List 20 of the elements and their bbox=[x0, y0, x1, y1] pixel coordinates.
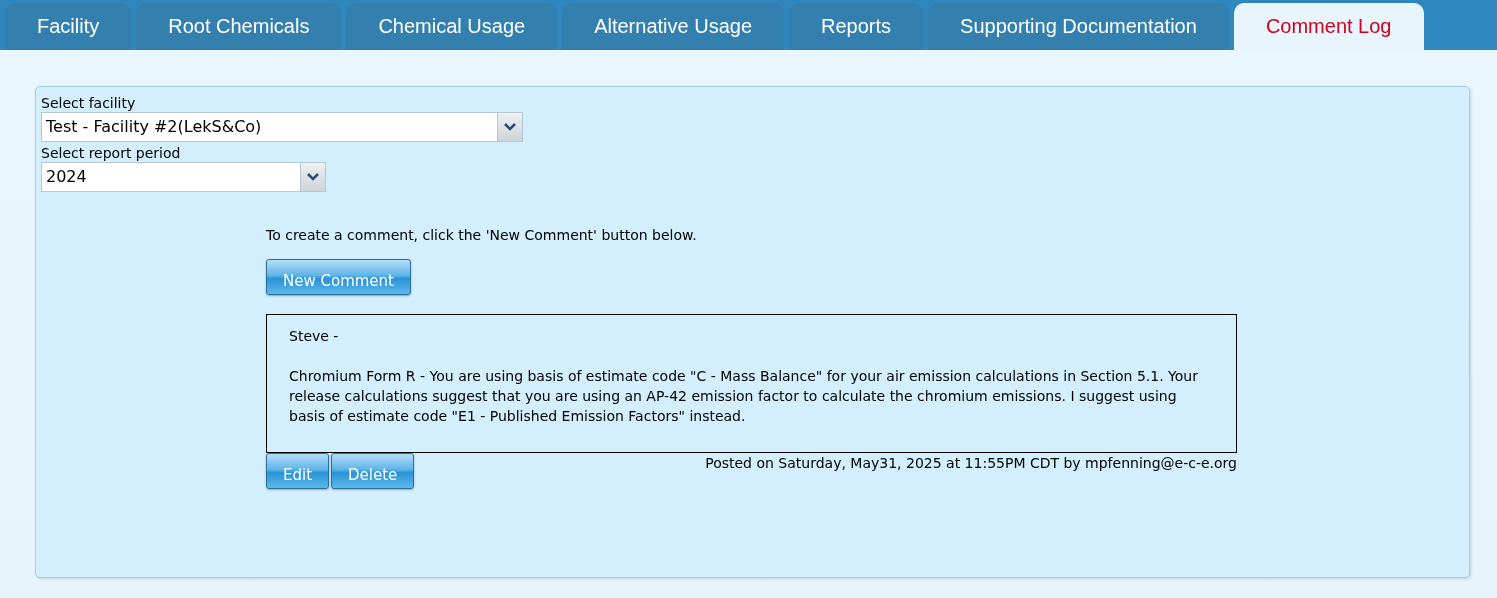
field-label: Select facility bbox=[41, 95, 137, 112]
chevron-down-icon bbox=[307, 173, 319, 181]
action-button[interactable]: Delete bbox=[331, 453, 415, 489]
comment-greeting: Steve - bbox=[289, 327, 340, 346]
tab[interactable]: Comment Log bbox=[1233, 3, 1424, 50]
tab[interactable]: Alternative Usage bbox=[562, 3, 784, 50]
tab[interactable]: Root Chemicals bbox=[136, 3, 342, 50]
comment-text: Chromium Form R - You are using basis of estimate code "C - Mass Balance" for your air emission calculations in Section 5.1. Your release calculations suggest that you are using an AP-42 emission factor to calculate the chromium emissions. I suggest using basis of estimate code "E1 - Published Emission Factors" instead. bbox=[289, 367, 1199, 426]
period-dropdown[interactable]: 2024 bbox=[41, 162, 326, 192]
field-label: Select report period bbox=[41, 145, 182, 162]
tab[interactable]: Supporting Documentation bbox=[928, 3, 1229, 50]
facility-dropdown[interactable]: Test - Facility #2(LekS&Co) bbox=[41, 112, 523, 142]
posted-info: Posted on Saturday, May31, 2025 at 11:55PM CDT by mpfenning@e-c-e.org bbox=[705, 454, 1237, 471]
tab[interactable]: Chemical Usage bbox=[346, 3, 558, 50]
action-button[interactable]: Edit bbox=[266, 453, 330, 489]
tab[interactable]: Reports bbox=[789, 3, 924, 50]
chevron-down-icon bbox=[504, 123, 516, 131]
tab[interactable]: Facility bbox=[5, 3, 132, 50]
instruction-text: To create a comment, click the 'New Comment' button below. bbox=[266, 227, 698, 243]
new-comment-button[interactable]: New Comment bbox=[266, 259, 411, 295]
